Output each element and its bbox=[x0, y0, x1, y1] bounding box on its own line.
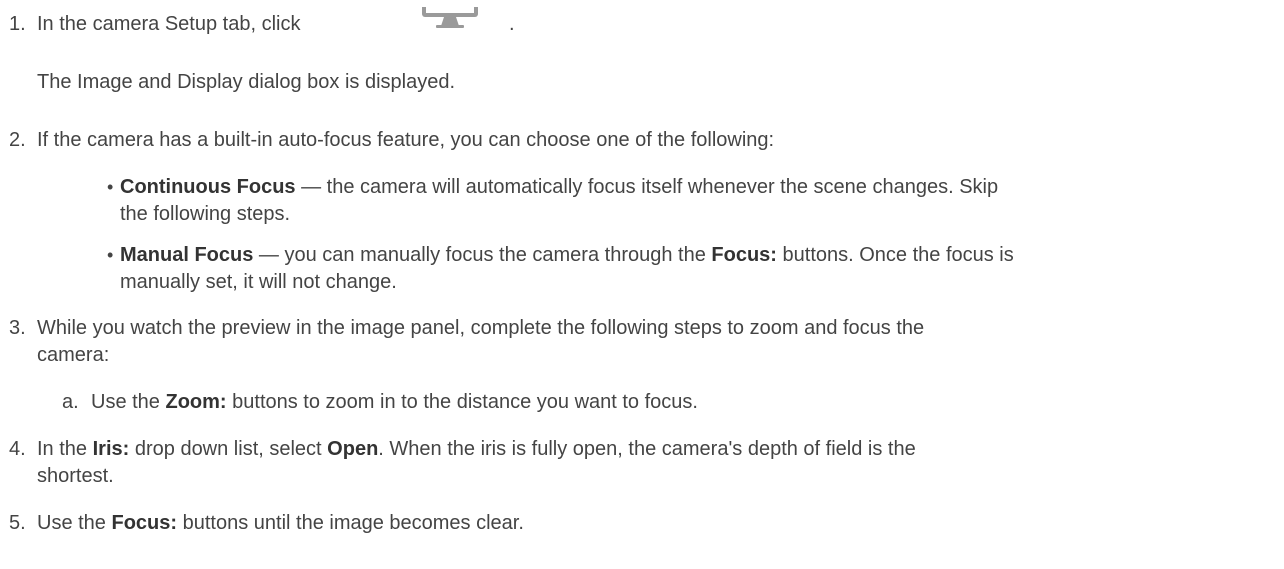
option-label: Continuous Focus bbox=[120, 176, 296, 198]
substep-letter: a. bbox=[62, 391, 79, 413]
bullet-icon: • bbox=[107, 245, 114, 265]
step-number: 5. bbox=[9, 512, 26, 534]
step-text: While you watch the preview in the image… bbox=[37, 317, 925, 339]
step-number: 1. bbox=[9, 13, 26, 35]
step-text: If the camera has a built-in auto-focus … bbox=[37, 129, 775, 151]
step-number: 2. bbox=[9, 129, 26, 151]
step-text-end: . bbox=[509, 13, 515, 35]
step-text: In the camera Setup tab, click bbox=[37, 13, 301, 35]
step-text: Use the Focus: buttons until the image b… bbox=[37, 512, 524, 534]
monitor-icon bbox=[422, 7, 478, 28]
step-text: In the Iris: drop down list, select Open… bbox=[37, 438, 916, 460]
step-number: 4. bbox=[9, 438, 26, 460]
bullet-icon: • bbox=[107, 177, 114, 197]
step-number: 3. bbox=[9, 317, 26, 339]
option-label: Manual Focus bbox=[120, 244, 254, 266]
